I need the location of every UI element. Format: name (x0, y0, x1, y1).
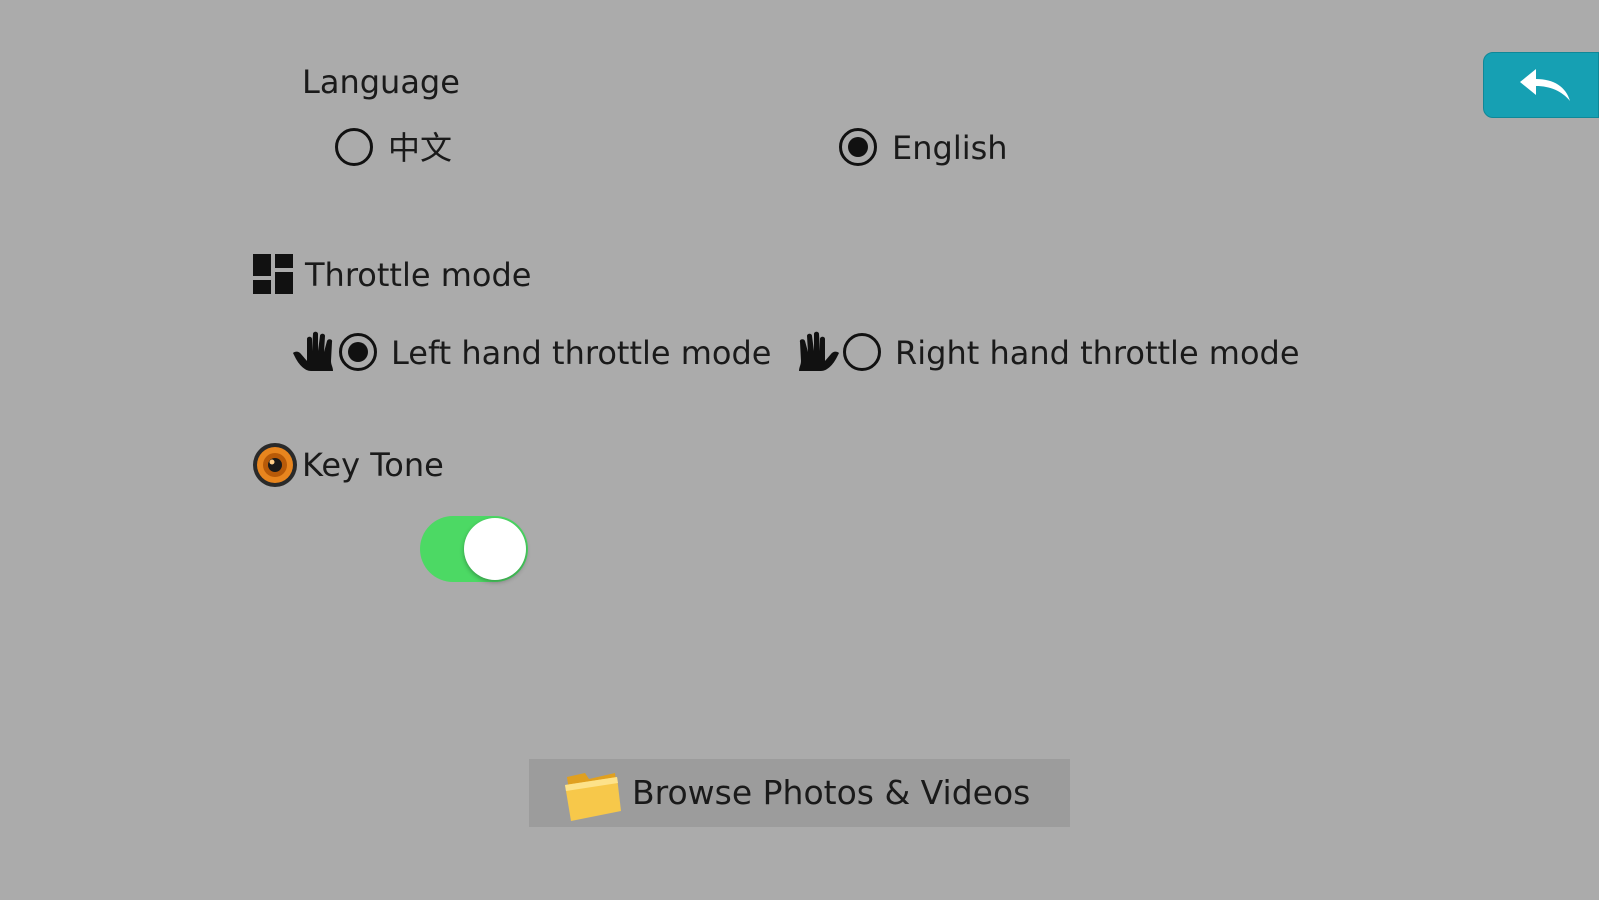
language-radio-english[interactable] (839, 128, 877, 166)
left-hand-icon (293, 331, 333, 371)
browse-photos-videos-button[interactable]: Browse Photos & Videos (529, 759, 1070, 827)
toggle-knob (464, 518, 526, 580)
undo-arrow-icon (1520, 69, 1570, 101)
throttle-option-left-label: Left hand throttle mode (391, 334, 772, 372)
back-button[interactable] (1483, 52, 1599, 118)
speaker-icon (253, 443, 297, 487)
throttle-option-right-label: Right hand throttle mode (895, 334, 1300, 372)
language-option-chinese-label: 中文 (388, 129, 453, 167)
browse-button-label: Browse Photos & Videos (632, 773, 1031, 812)
throttle-radio-left-hand[interactable] (339, 333, 377, 371)
folder-icon (565, 773, 621, 821)
language-radio-chinese[interactable] (335, 128, 373, 166)
grid-layout-icon (253, 254, 293, 294)
language-option-english-label: English (892, 129, 1008, 167)
throttle-radio-right-hand[interactable] (843, 333, 881, 371)
key-tone-toggle[interactable] (420, 516, 528, 582)
language-heading: Language (302, 63, 460, 101)
key-tone-heading: Key Tone (302, 446, 444, 484)
throttle-heading: Throttle mode (305, 256, 532, 294)
right-hand-icon (799, 331, 839, 371)
